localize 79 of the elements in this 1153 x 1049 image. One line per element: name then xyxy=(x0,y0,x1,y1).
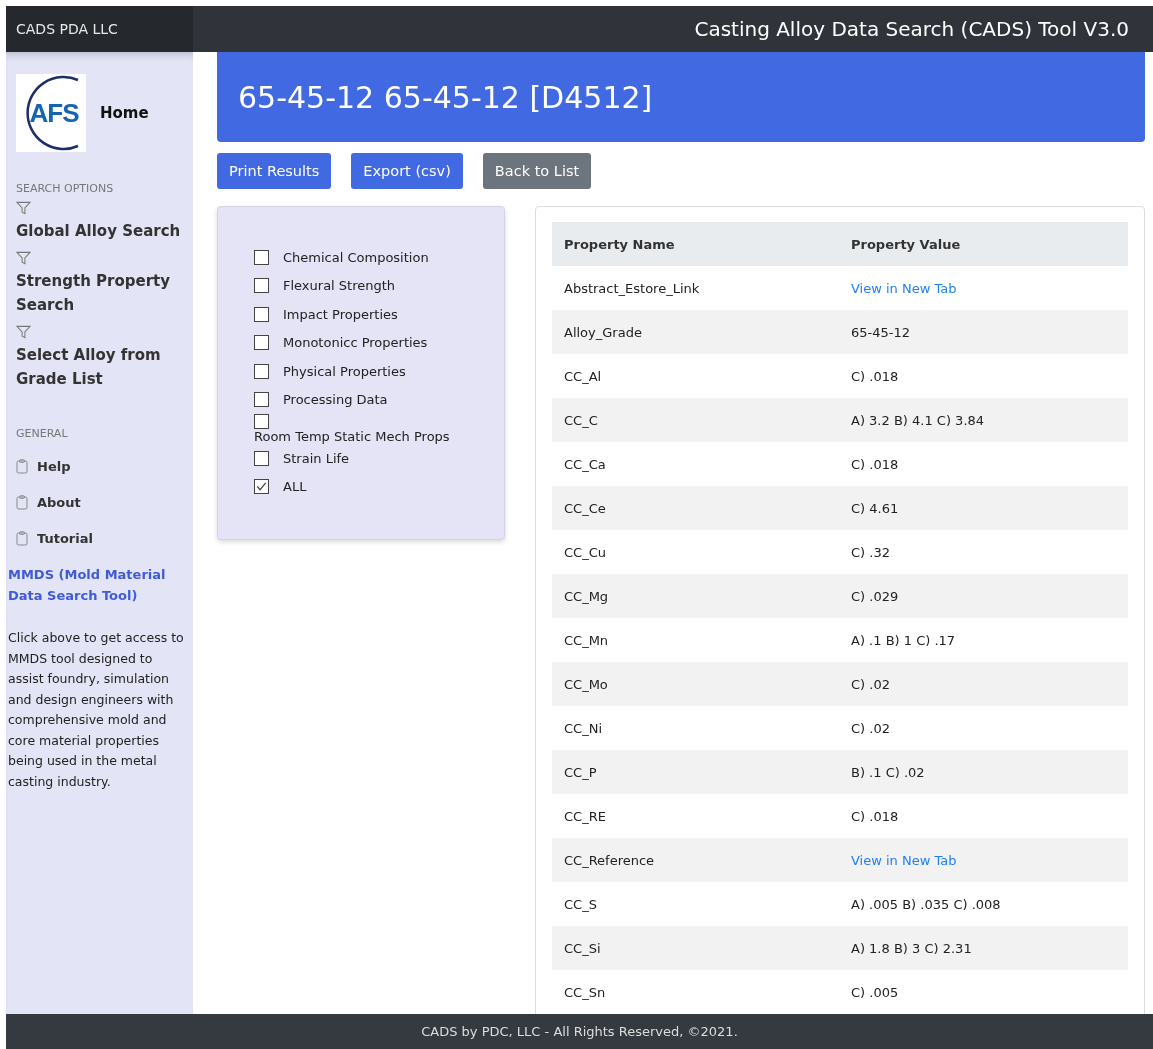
table-cell: 65-45-12 xyxy=(839,310,1128,354)
table-cell: CC_Mg xyxy=(552,574,839,618)
copyright-text: CADS by PDC, LLC - All Rights Reserved, ©2021. xyxy=(421,1024,738,1039)
table-cell: A) .1 B) 1 C) .17 xyxy=(839,618,1128,662)
table-cell: CC_RE xyxy=(552,794,839,838)
column-header: Property Value xyxy=(839,222,1128,266)
checkbox-label: Physical Properties xyxy=(283,363,406,379)
checkbox-label: Chemical Composition xyxy=(283,249,429,265)
view-link[interactable]: View in New Tab xyxy=(851,280,957,296)
nav-item[interactable]: Global Alloy Search xyxy=(16,201,187,243)
table-cell: C) .02 xyxy=(839,662,1128,706)
nav-item[interactable]: Help xyxy=(16,448,187,484)
column-header: Property Name xyxy=(552,222,839,266)
home-link[interactable]: Home xyxy=(100,104,149,122)
table-cell: C) .018 xyxy=(839,442,1128,486)
table-cell: Alloy_Grade xyxy=(552,310,839,354)
mmds-link[interactable]: MMDS (Mold Material Data Search Tool) xyxy=(8,564,187,606)
alloy-title: 65-45-12 65-45-12 [D4512] xyxy=(238,79,653,115)
table-cell: CC_Cu xyxy=(552,530,839,574)
table-cell: C) .018 xyxy=(839,794,1128,838)
checkbox[interactable] xyxy=(254,278,269,294)
filter-icon xyxy=(16,325,31,339)
table-cell: CC_Mn xyxy=(552,618,839,662)
section-heading: GENERAL xyxy=(16,427,69,440)
filter-icon xyxy=(16,201,31,215)
table-cell: B) .1 C) .02 xyxy=(839,750,1128,794)
table-cell: CC_Ni xyxy=(552,706,839,750)
table-cell: A) 1.8 B) 3 C) 2.31 xyxy=(839,926,1128,970)
checkbox-label: Flexural Strength xyxy=(283,278,396,294)
checkbox[interactable] xyxy=(254,306,269,322)
checkbox[interactable] xyxy=(254,414,269,429)
action-button[interactable]: Export (csv) xyxy=(351,153,463,189)
app-title: Casting Alloy Data Search (CADS) Tool V3.0 xyxy=(693,17,1130,41)
clipboard-icon xyxy=(16,494,28,510)
nav-item[interactable]: About xyxy=(16,484,187,520)
clipboard-icon xyxy=(16,530,28,546)
checkbox[interactable] xyxy=(254,450,269,466)
nav-item[interactable]: Strength Property Search xyxy=(16,251,187,317)
table-cell: C) 4.61 xyxy=(839,486,1128,530)
checkbox[interactable] xyxy=(254,249,269,265)
table-cell: Abstract_Estore_Link xyxy=(552,266,839,310)
table-cell: CC_C xyxy=(552,398,839,442)
checkbox[interactable] xyxy=(254,363,269,379)
nav-item[interactable]: Select Alloy from Grade List xyxy=(16,325,187,391)
checkbox-label: Room Temp Static Mech Props xyxy=(254,429,450,444)
checkbox-label: ALL xyxy=(283,479,307,495)
table-cell: C) .005 xyxy=(839,970,1128,1014)
checkbox-label: Monotonicc Properties xyxy=(283,335,428,351)
table-cell: CC_Reference xyxy=(552,838,839,882)
table-cell: CC_Mo xyxy=(552,662,839,706)
view-link[interactable]: View in New Tab xyxy=(851,852,957,868)
table-cell: C) .32 xyxy=(839,530,1128,574)
table-cell: CC_S xyxy=(552,882,839,926)
filter-icon xyxy=(16,251,31,265)
section-heading: SEARCH OPTIONS xyxy=(16,182,115,195)
brand-name: CADS PDA LLC xyxy=(6,6,193,52)
table-cell: A) 3.2 B) 4.1 C) 3.84 xyxy=(839,398,1128,442)
action-button[interactable]: Print Results xyxy=(217,153,332,189)
table-cell: CC_Al xyxy=(552,354,839,398)
checkbox-label: Strain Life xyxy=(283,450,350,466)
table-cell: CC_Si xyxy=(552,926,839,970)
table-cell: CC_Ce xyxy=(552,486,839,530)
checkbox[interactable] xyxy=(254,335,269,351)
logo[interactable]: AFS xyxy=(16,74,86,152)
clipboard-icon xyxy=(16,458,28,474)
table-cell: CC_Sn xyxy=(552,970,839,1014)
table-cell: A) .005 B) .035 C) .008 xyxy=(839,882,1128,926)
table-cell: CC_Ca xyxy=(552,442,839,486)
table-cell: CC_P xyxy=(552,750,839,794)
checkbox-label: Processing Data xyxy=(283,392,388,408)
table-cell: C) .018 xyxy=(839,354,1128,398)
table-cell: C) .02 xyxy=(839,706,1128,750)
checkbox[interactable] xyxy=(254,392,269,408)
nav-item[interactable]: Tutorial xyxy=(16,520,187,556)
promo-text: Click above to get access to MMDS tool designed to assist foundry, simulation and design engineers with comprehensive mold and core material properties being used in the metal casting industry. xyxy=(8,629,185,791)
action-button[interactable]: Back to List xyxy=(482,153,592,189)
table-cell: C) .029 xyxy=(839,574,1128,618)
checkbox[interactable] xyxy=(254,479,269,495)
checkbox-label: Impact Properties xyxy=(283,306,398,322)
